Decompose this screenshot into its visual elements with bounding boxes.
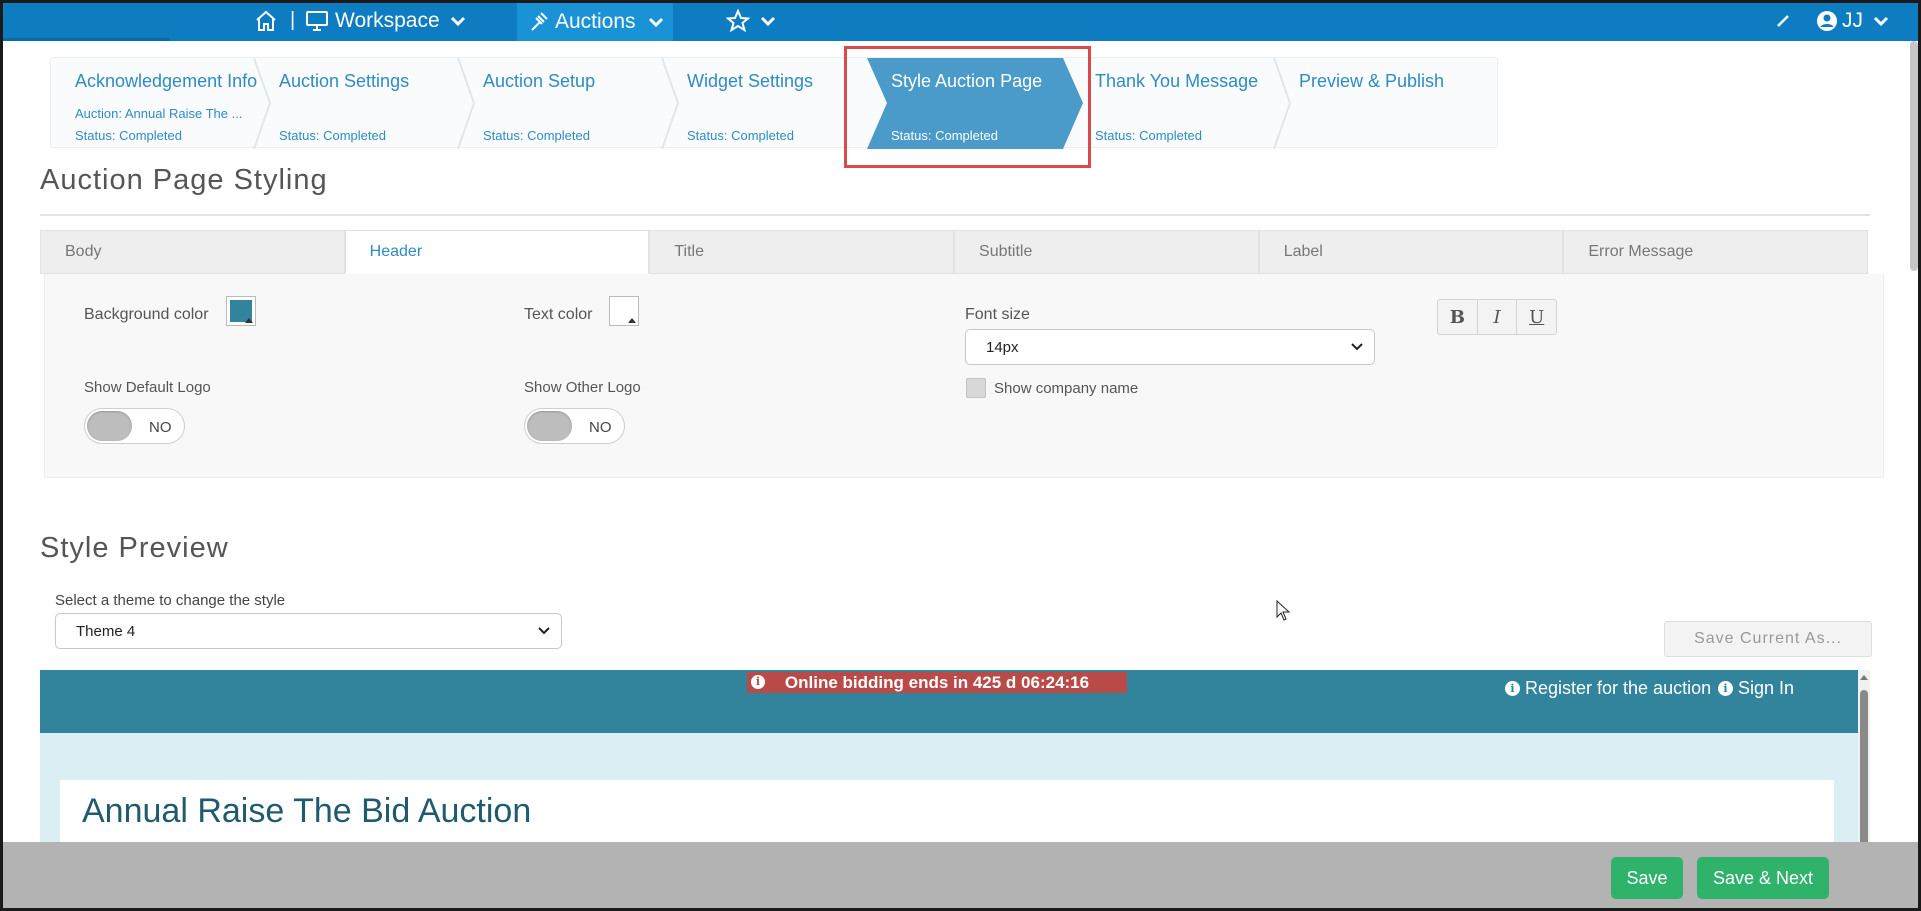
- alert-text: Online bidding ends in 425 d 06:24:16: [784, 672, 1090, 692]
- background-color-picker[interactable]: [226, 296, 256, 326]
- info-icon: i: [1718, 681, 1733, 696]
- theme-value: Theme 4: [76, 622, 136, 640]
- step-title: Auction Setup: [483, 71, 596, 91]
- bold-button[interactable]: B: [1438, 300, 1478, 334]
- show-other-logo-toggle[interactable]: NO: [524, 408, 625, 444]
- auctions-label: Auctions: [555, 10, 636, 33]
- chevron-down-icon: [1873, 15, 1889, 27]
- caret-icon: [628, 318, 636, 323]
- styling-tabs: Body Header Title Subtitle Label Error M…: [40, 230, 1869, 274]
- theme-select-label: Select a theme to change the style: [55, 592, 286, 609]
- favorites-menu[interactable]: [726, 0, 776, 41]
- step-title: Acknowledgement Info: [75, 71, 258, 91]
- show-default-logo-label: Show Default Logo: [84, 379, 211, 396]
- gavel-icon: [529, 11, 551, 33]
- text-color-picker[interactable]: [609, 296, 639, 326]
- font-size-value: 14px: [986, 338, 1019, 356]
- underline-button[interactable]: U: [1517, 300, 1556, 334]
- save-next-button[interactable]: Save & Next: [1697, 857, 1829, 899]
- active-step-highlight: [844, 46, 1091, 168]
- tab-header[interactable]: Header: [344, 230, 650, 274]
- step-auction-settings[interactable]: Auction Settings Status: Completed: [255, 58, 475, 149]
- page-scrollbar-thumb[interactable]: [1910, 41, 1918, 271]
- chevron-down-icon: [538, 627, 550, 635]
- workspace-label: Workspace: [335, 8, 440, 32]
- toggle-state: NO: [149, 419, 172, 436]
- show-default-logo-toggle[interactable]: NO: [84, 408, 185, 444]
- text-format-buttons: B I U: [1437, 299, 1557, 335]
- star-icon: [726, 8, 750, 33]
- user-initials: JJ: [1842, 8, 1863, 32]
- step-status: Status: Completed: [483, 128, 590, 143]
- step-auction-setup[interactable]: Auction Setup Status: Completed: [459, 58, 679, 149]
- preview-section-title: Style Preview: [40, 532, 229, 564]
- scroll-up-icon[interactable]: [1858, 672, 1870, 682]
- save-button[interactable]: Save: [1611, 857, 1683, 899]
- preview-title-card: Annual Raise The Bid Auction: [60, 780, 1834, 850]
- show-company-name-checkbox[interactable]: [966, 378, 986, 398]
- preview-header: i Online bidding ends in 425 d 06:24:16 …: [40, 670, 1858, 733]
- tab-body[interactable]: Body: [40, 230, 345, 274]
- step-preview-publish[interactable]: Preview & Publish: [1275, 58, 1495, 149]
- step-widget-settings[interactable]: Widget Settings Status: Completed: [663, 58, 867, 149]
- step-subtitle: Auction: Annual Raise The ...: [75, 106, 243, 121]
- step-thank-you-message[interactable]: Thank You Message Status: Completed: [1071, 58, 1291, 149]
- step-status: Status: Completed: [687, 128, 794, 143]
- tab-error-message[interactable]: Error Message: [1563, 230, 1869, 274]
- toggle-knob: [527, 411, 572, 441]
- toggle-knob: [87, 411, 132, 441]
- mouse-cursor-icon: [1276, 600, 1291, 621]
- italic-button[interactable]: I: [1478, 300, 1518, 334]
- sign-in-link[interactable]: i Sign In: [1718, 678, 1794, 699]
- show-other-logo-label: Show Other Logo: [524, 379, 641, 396]
- section-divider: [40, 214, 1870, 216]
- top-navigation-bar: | Workspace Auctions JJ: [0, 0, 1921, 41]
- tab-subtitle[interactable]: Subtitle: [954, 230, 1259, 274]
- step-title: Thank You Message: [1095, 71, 1259, 91]
- step-acknowledgement-info[interactable]: Acknowledgement Info Auction: Annual Rai…: [51, 58, 271, 149]
- workspace-menu[interactable]: Workspace: [305, 0, 466, 41]
- step-title: Preview & Publish: [1299, 71, 1445, 91]
- tab-label[interactable]: Label: [1258, 230, 1564, 274]
- step-status: Status: Completed: [1095, 128, 1202, 143]
- step-status: Status: Completed: [279, 128, 386, 143]
- step-title: Auction Settings: [279, 71, 410, 91]
- font-size-label: Font size: [965, 306, 1030, 323]
- save-current-as-button[interactable]: Save Current As...: [1664, 621, 1872, 657]
- monitor-icon: [305, 10, 329, 32]
- register-link[interactable]: i Register for the auction: [1505, 678, 1711, 699]
- preview-scrollbar-thumb[interactable]: [1860, 690, 1868, 850]
- theme-select[interactable]: Theme 4: [55, 613, 562, 649]
- chevron-down-icon: [450, 15, 466, 27]
- user-avatar-icon: [1816, 10, 1838, 32]
- info-icon: i: [751, 675, 765, 689]
- chevron-down-icon: [648, 16, 664, 28]
- background-color-label: Background color: [84, 306, 209, 323]
- text-color-label: Text color: [524, 306, 593, 323]
- styling-section-title: Auction Page Styling: [40, 164, 328, 196]
- show-company-name-label: Show company name: [994, 380, 1139, 397]
- font-size-select[interactable]: 14px: [965, 329, 1375, 365]
- home-icon[interactable]: [254, 0, 278, 41]
- toggle-state: NO: [589, 419, 612, 436]
- header-style-panel: [44, 274, 1884, 478]
- register-link-label: Register for the auction: [1525, 678, 1712, 698]
- nav-separator: |: [290, 9, 296, 31]
- nav-underline: [0, 38, 170, 41]
- pencil-icon[interactable]: [1776, 0, 1790, 41]
- caret-icon: [245, 318, 253, 323]
- auctions-menu[interactable]: Auctions: [517, 3, 673, 41]
- chevron-down-icon: [760, 15, 776, 27]
- tab-title[interactable]: Title: [649, 230, 955, 274]
- style-preview-frame: i Online bidding ends in 425 d 06:24:16 …: [40, 670, 1858, 850]
- user-menu[interactable]: JJ: [1816, 0, 1889, 41]
- info-icon: i: [1505, 681, 1520, 696]
- wizard-steps: Acknowledgement Info Auction: Annual Rai…: [50, 57, 1498, 149]
- preview-auction-title: Annual Raise The Bid Auction: [82, 792, 532, 830]
- chevron-down-icon: [1351, 343, 1363, 351]
- step-status: Status: Completed: [75, 128, 182, 143]
- preview-alert-banner: i Online bidding ends in 425 d 06:24:16: [747, 672, 1127, 693]
- sign-in-link-label: Sign In: [1738, 678, 1795, 698]
- step-title: Widget Settings: [687, 71, 814, 91]
